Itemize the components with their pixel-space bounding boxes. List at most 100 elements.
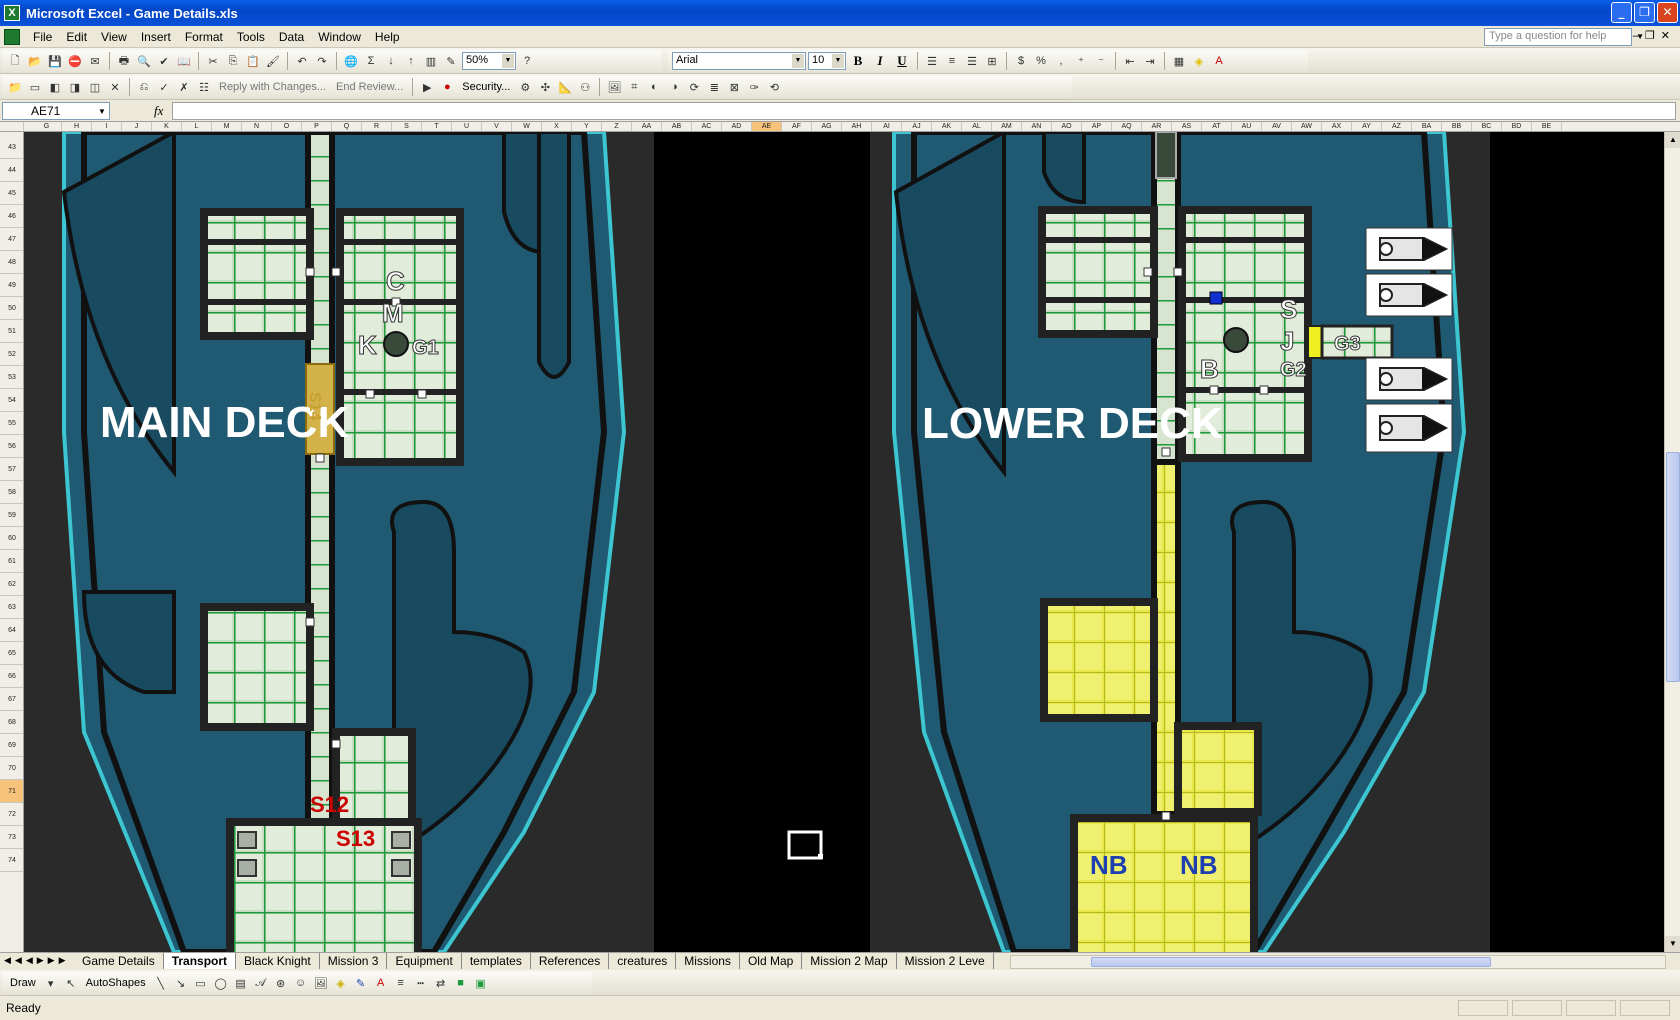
italic-button[interactable]: I xyxy=(870,53,890,69)
delete-comment-icon[interactable]: ✕ xyxy=(106,78,124,96)
font-color-draw-icon[interactable]: A xyxy=(372,974,390,992)
column-header[interactable]: AN xyxy=(1022,122,1052,131)
record-macro-icon[interactable]: ● xyxy=(438,78,456,96)
visual-basic-icon[interactable]: ⚙ xyxy=(516,78,534,96)
increase-indent-icon[interactable]: ⇥ xyxy=(1141,52,1159,70)
wordart-icon[interactable]: 𝒜 xyxy=(252,974,270,992)
brightness-icon[interactable]: ◑ xyxy=(665,78,683,96)
column-header[interactable]: AV xyxy=(1262,122,1292,131)
column-header[interactable]: M xyxy=(212,122,242,131)
column-header[interactable]: BB xyxy=(1442,122,1472,131)
column-header[interactable]: I xyxy=(92,122,122,131)
vertical-scrollbar[interactable]: ▲ ▼ xyxy=(1664,132,1680,952)
column-header[interactable]: AK xyxy=(932,122,962,131)
select-all-corner[interactable] xyxy=(0,122,24,131)
minimize-button[interactable]: _ xyxy=(1611,2,1632,23)
sheet-tab[interactable]: Equipment xyxy=(387,953,462,969)
row-header[interactable]: 73 xyxy=(0,826,23,849)
name-box-dropdown-icon[interactable]: ▼ xyxy=(98,107,106,116)
autosum-icon[interactable]: Σ xyxy=(362,52,380,70)
currency-icon[interactable]: $ xyxy=(1012,52,1030,70)
autoshapes-menu-button[interactable]: AutoShapes xyxy=(82,977,150,989)
column-header[interactable]: W xyxy=(512,122,542,131)
print-icon[interactable]: 🖶 xyxy=(115,52,133,70)
column-header[interactable]: BE xyxy=(1532,122,1562,131)
menu-window[interactable]: Window xyxy=(311,30,368,44)
row-header[interactable]: 53 xyxy=(0,366,23,389)
reply-with-changes-button[interactable]: Reply with Changes... xyxy=(215,81,330,93)
row-header[interactable]: 64 xyxy=(0,619,23,642)
column-header[interactable]: AL xyxy=(962,122,992,131)
draw-dropdown-icon[interactable]: ▾ xyxy=(42,974,60,992)
column-header[interactable]: AE xyxy=(752,122,782,131)
column-header[interactable]: AQ xyxy=(1112,122,1142,131)
scroll-up-icon[interactable]: ▲ xyxy=(1665,132,1680,148)
column-header[interactable]: AJ xyxy=(902,122,932,131)
column-header[interactable]: Y xyxy=(572,122,602,131)
folder-icon[interactable]: 📁 xyxy=(6,78,24,96)
column-header[interactable]: L xyxy=(182,122,212,131)
undo-icon[interactable]: ↶ xyxy=(293,52,311,70)
script-editor-icon[interactable]: ⚇ xyxy=(576,78,594,96)
row-header[interactable]: 52 xyxy=(0,343,23,366)
fill-color-draw-icon[interactable]: ◈ xyxy=(332,974,350,992)
line-style-icon[interactable]: ≣ xyxy=(705,78,723,96)
row-header[interactable]: 74 xyxy=(0,849,23,872)
restore-button[interactable]: ❐ xyxy=(1634,2,1655,23)
column-header[interactable]: S xyxy=(392,122,422,131)
control-toolbox-icon[interactable]: ✣ xyxy=(536,78,554,96)
column-header[interactable]: H xyxy=(62,122,92,131)
bold-button[interactable]: B xyxy=(848,53,868,69)
format-painter-icon[interactable]: 🖌 xyxy=(264,52,282,70)
menu-insert[interactable]: Insert xyxy=(134,30,178,44)
column-header[interactable]: G xyxy=(32,122,62,131)
column-header[interactable]: Q xyxy=(332,122,362,131)
rotate-icon[interactable]: ⟳ xyxy=(685,78,703,96)
reject-change-icon[interactable]: ✗ xyxy=(175,78,193,96)
line-icon[interactable]: ╲ xyxy=(152,974,170,992)
sort-descending-icon[interactable]: ↑ xyxy=(402,52,420,70)
row-header[interactable]: 45 xyxy=(0,182,23,205)
formula-input[interactable] xyxy=(172,102,1676,120)
column-header[interactable]: AB xyxy=(662,122,692,131)
column-header[interactable]: AF xyxy=(782,122,812,131)
row-header[interactable]: 56 xyxy=(0,435,23,458)
row-header[interactable]: 57 xyxy=(0,458,23,481)
column-header[interactable]: AT xyxy=(1202,122,1232,131)
menu-format[interactable]: Format xyxy=(178,30,230,44)
row-header[interactable]: 46 xyxy=(0,205,23,228)
font-color-icon[interactable]: A xyxy=(1210,52,1228,70)
column-header[interactable]: P xyxy=(302,122,332,131)
research-icon[interactable]: 📖 xyxy=(175,52,193,70)
row-header[interactable]: 70 xyxy=(0,757,23,780)
column-header[interactable]: AS xyxy=(1172,122,1202,131)
column-header[interactable]: K xyxy=(152,122,182,131)
borders-icon[interactable]: ▦ xyxy=(1170,52,1188,70)
fill-color-icon[interactable]: ◈ xyxy=(1190,52,1208,70)
sheet-tab[interactable]: Black Knight xyxy=(236,953,320,969)
column-header[interactable]: AW xyxy=(1292,122,1322,131)
comma-style-button[interactable]: , xyxy=(1052,52,1070,70)
horizontal-scroll-thumb[interactable] xyxy=(1091,957,1491,967)
row-header[interactable]: 43 xyxy=(0,136,23,159)
column-header[interactable]: BA xyxy=(1412,122,1442,131)
drawing-icon[interactable]: ✎ xyxy=(442,52,460,70)
line-color-icon[interactable]: ✎ xyxy=(352,974,370,992)
row-header[interactable]: 62 xyxy=(0,573,23,596)
column-header[interactable]: AX xyxy=(1322,122,1352,131)
clipart-icon[interactable]: ☺ xyxy=(292,974,310,992)
arrow-style-icon[interactable]: ⇄ xyxy=(432,974,450,992)
email-icon[interactable]: ✉ xyxy=(86,52,104,70)
column-header[interactable]: AP xyxy=(1082,122,1112,131)
align-left-icon[interactable]: ☰ xyxy=(923,52,941,70)
sheet-tab[interactable]: Mission 2 Leve xyxy=(896,953,994,969)
menu-help[interactable]: Help xyxy=(368,30,407,44)
draw-menu-button[interactable]: Draw xyxy=(6,977,40,989)
menu-edit[interactable]: Edit xyxy=(59,30,94,44)
row-header[interactable]: 60 xyxy=(0,527,23,550)
paste-icon[interactable]: 📋 xyxy=(244,52,262,70)
run-macro-icon[interactable]: ▶ xyxy=(418,78,436,96)
sheet-tab[interactable]: Mission 2 Map xyxy=(802,953,897,969)
print-preview-icon[interactable]: 🔍 xyxy=(135,52,153,70)
column-header[interactable]: X xyxy=(542,122,572,131)
